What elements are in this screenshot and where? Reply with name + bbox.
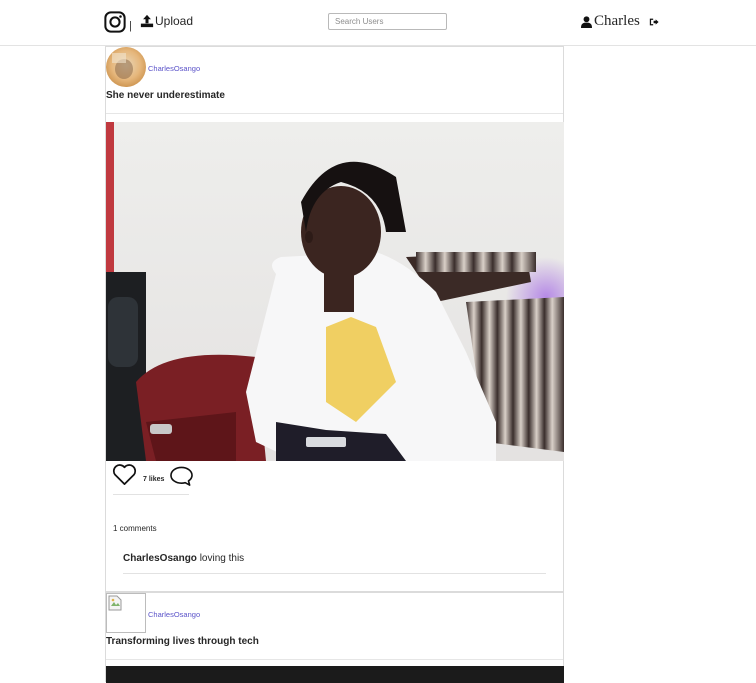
heart-icon[interactable] [112,463,137,486]
post-card: CharlesOsango She never underestimate 7 … [105,46,564,592]
comment-item: CharlesOsango loving this [123,553,244,564]
logo-separator: | [129,20,132,32]
comment-text: loving this [199,553,245,564]
author-avatar[interactable] [106,593,146,633]
search-users-input[interactable] [328,13,447,30]
post-caption: She never underestimate [106,90,225,101]
upload-icon [140,14,154,28]
user-icon [581,15,592,28]
divider [106,113,563,114]
logout-icon[interactable] [649,17,659,27]
likes-count: 7 likes [143,476,165,483]
upload-label: Upload [155,14,194,28]
post-author-link[interactable]: CharlesOsango [148,610,200,619]
post-actions: 7 likes [112,463,194,487]
comments-count[interactable]: 1 comments [113,524,157,533]
top-navbar: | Upload Charles [0,0,756,46]
post-author-link[interactable]: CharlesOsango [148,64,200,73]
broken-image-icon [108,595,122,611]
divider [113,494,189,495]
post-photo[interactable] [106,122,564,461]
user-name: Charles [594,13,640,29]
instagram-icon[interactable] [104,11,126,33]
user-profile-link[interactable]: Charles [581,13,640,30]
comment-user[interactable]: CharlesOsango [123,553,197,564]
post-caption: Transforming lives through tech [106,636,259,647]
comment-icon[interactable] [169,465,194,487]
author-avatar[interactable] [106,47,146,87]
divider [123,573,546,574]
divider [106,659,563,660]
upload-button[interactable]: Upload [140,14,193,28]
